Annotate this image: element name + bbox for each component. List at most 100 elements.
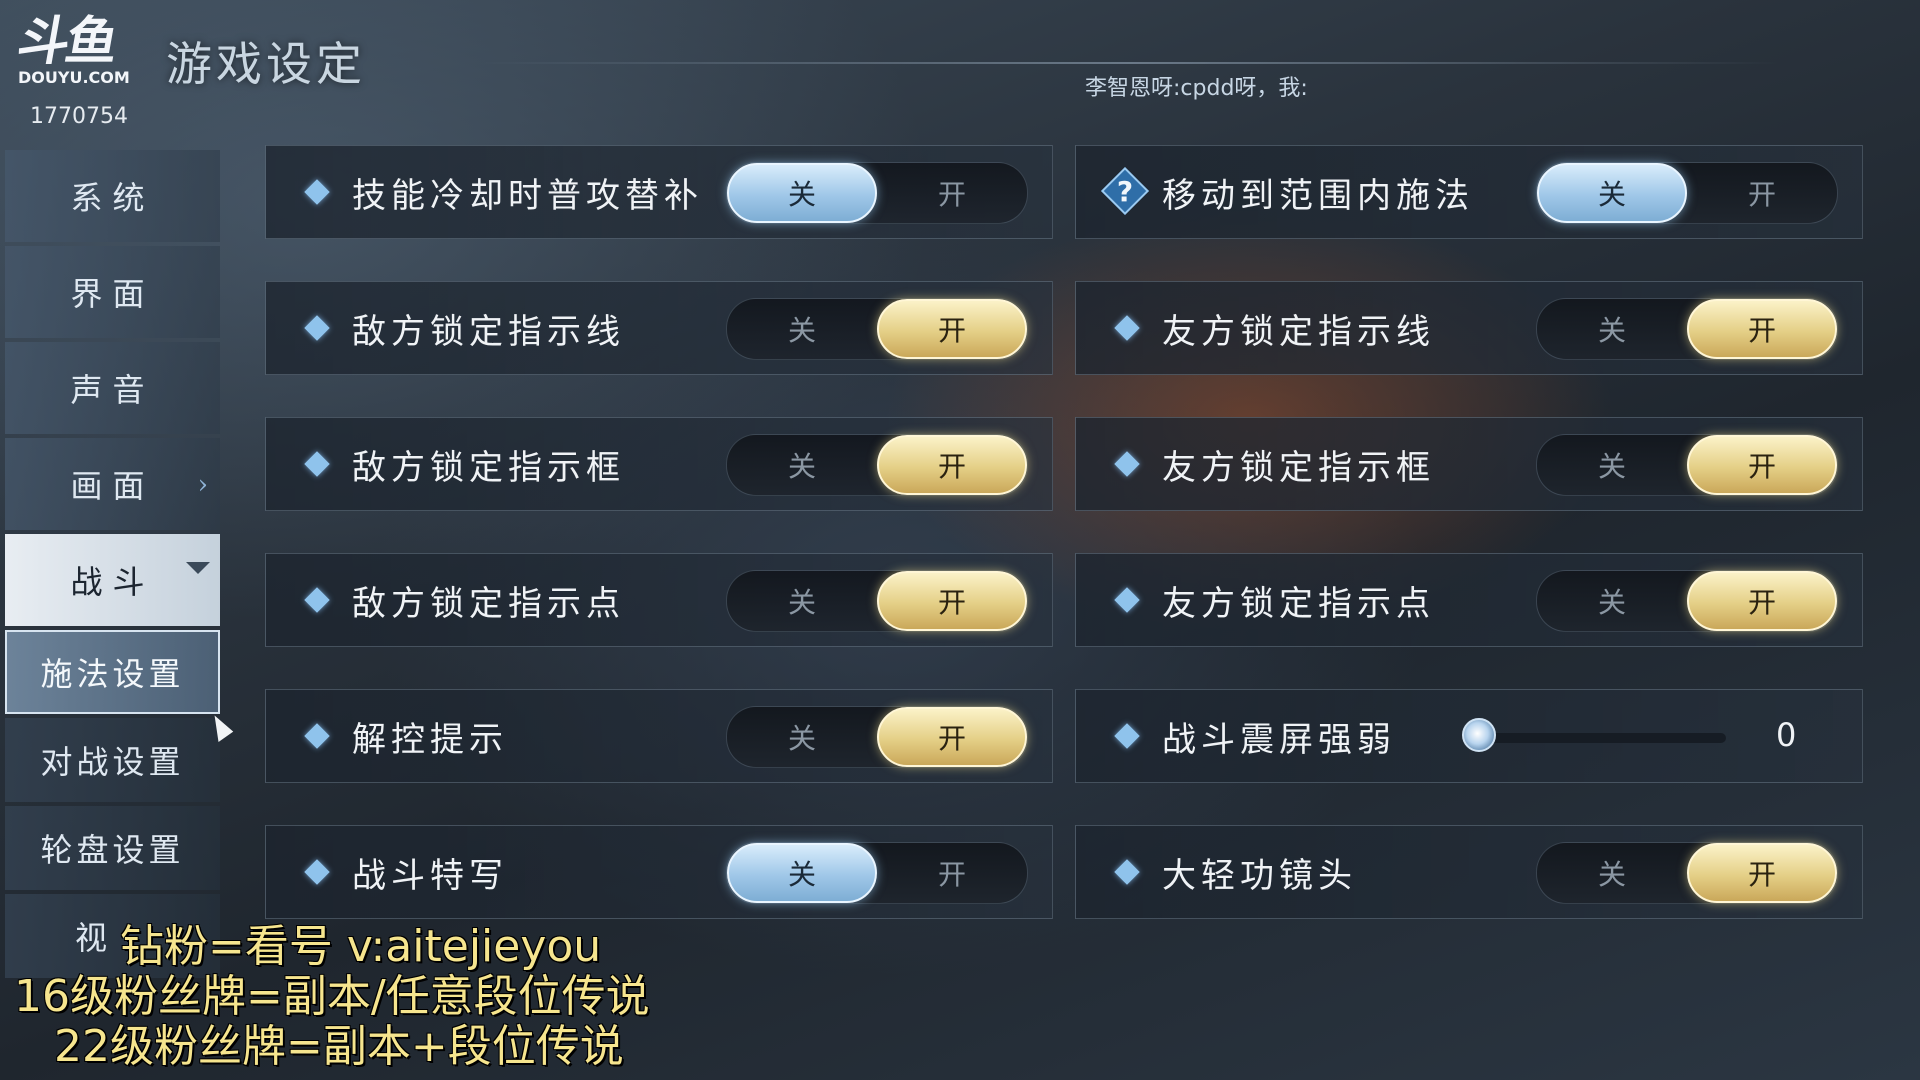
- toggle-on-option[interactable]: 开: [1687, 843, 1837, 903]
- setting-row: 友方锁定指示线 关 开: [1075, 281, 1863, 375]
- diamond-bullet-icon: [304, 179, 330, 205]
- sidebar-item-label: 画面: [70, 467, 155, 505]
- sidebar-item-interface[interactable]: 界面: [5, 246, 220, 338]
- diamond-bullet-icon: [304, 451, 330, 477]
- toggle-on-option[interactable]: 开: [877, 707, 1027, 767]
- diamond-bullet-icon: [304, 723, 330, 749]
- toggle-on-option[interactable]: 开: [1687, 571, 1837, 631]
- setting-label: 移动到范围内施法: [1162, 176, 1474, 216]
- sidebar-subitem-cast-settings[interactable]: 施法设置: [5, 630, 220, 714]
- setting-label: 敌方锁定指示点: [352, 584, 625, 624]
- on-off-toggle[interactable]: 关 开: [1536, 842, 1838, 904]
- toggle-on-option[interactable]: 开: [1687, 163, 1837, 223]
- setting-label: 友方锁定指示点: [1162, 584, 1435, 624]
- setting-label: 大轻功镜头: [1162, 856, 1357, 896]
- setting-row: 敌方锁定指示点 关 开: [265, 553, 1053, 647]
- sidebar-subitem-label: 轮盘设置: [40, 831, 185, 869]
- setting-label: 敌方锁定指示框: [352, 448, 625, 488]
- sidebar-subitem-pvp-settings[interactable]: 对战设置: [5, 718, 220, 802]
- sidebar-item-label: 战斗: [70, 563, 155, 601]
- setting-label: 战斗特写: [352, 856, 508, 896]
- diamond-bullet-icon: [304, 859, 330, 885]
- diamond-bullet-icon: [304, 315, 330, 341]
- toggle-off-option[interactable]: 关: [727, 435, 877, 495]
- chat-ticker: 李智恩呀:cpdd呀，我:: [1085, 76, 1308, 101]
- diamond-bullet-icon: [1114, 859, 1140, 885]
- setting-row: ? 移动到范围内施法 关 开: [1075, 145, 1863, 239]
- setting-label: 友方锁定指示框: [1162, 448, 1435, 488]
- toggle-on-option[interactable]: 开: [877, 435, 1027, 495]
- sidebar-item-label: 声音: [70, 371, 155, 409]
- sidebar-item-sound[interactable]: 声音: [5, 342, 220, 434]
- on-off-toggle[interactable]: 关 开: [726, 570, 1028, 632]
- setting-label: 战斗震屏强弱: [1162, 720, 1396, 760]
- toggle-off-option[interactable]: 关: [1537, 299, 1687, 359]
- toggle-on-option[interactable]: 开: [1687, 435, 1837, 495]
- toggle-off-option[interactable]: 关: [1537, 843, 1687, 903]
- toggle-on-option[interactable]: 开: [1687, 299, 1837, 359]
- setting-row: 解控提示 关 开: [265, 689, 1053, 783]
- toggle-off-option[interactable]: 关: [727, 163, 877, 223]
- setting-row: 战斗特写 关 开: [265, 825, 1053, 919]
- chevron-right-icon: ›: [197, 470, 208, 500]
- help-icon[interactable]: ?: [1104, 170, 1146, 212]
- setting-label: 敌方锁定指示线: [352, 312, 625, 352]
- sidebar-subitem-label: 施法设置: [40, 655, 185, 693]
- page-title: 游戏设定: [166, 37, 366, 91]
- setting-label: 友方锁定指示线: [1162, 312, 1435, 352]
- setting-row: 大轻功镜头 关 开: [1075, 825, 1863, 919]
- diamond-bullet-icon: [1114, 315, 1140, 341]
- chevron-down-icon: [186, 562, 210, 574]
- diamond-bullet-icon: [1114, 723, 1140, 749]
- sidebar-subitem-wheel-settings[interactable]: 轮盘设置: [5, 806, 220, 890]
- toggle-off-option[interactable]: 关: [1537, 435, 1687, 495]
- sidebar-subitem-label: 对战设置: [40, 743, 185, 781]
- sidebar: 系统 界面 声音 画面 › 战斗 施法设置 对战设置 轮盘设置 视: [5, 150, 220, 982]
- logo-mark: 斗鱼: [12, 12, 120, 72]
- setting-row: 敌方锁定指示线 关 开: [265, 281, 1053, 375]
- toggle-off-option[interactable]: 关: [727, 843, 877, 903]
- sidebar-subitem-label: 视: [75, 919, 112, 957]
- on-off-toggle[interactable]: 关 开: [1536, 298, 1838, 360]
- on-off-toggle[interactable]: 关 开: [726, 298, 1028, 360]
- on-off-toggle[interactable]: 关 开: [726, 842, 1028, 904]
- toggle-on-option[interactable]: 开: [877, 843, 1027, 903]
- slider-value: 0: [1776, 716, 1797, 754]
- douyu-logo: 斗鱼 DOUYU.COM: [13, 12, 138, 87]
- setting-row: 敌方锁定指示框 关 开: [265, 417, 1053, 511]
- shake-intensity-slider[interactable]: [1476, 733, 1726, 743]
- diamond-bullet-icon: [304, 587, 330, 613]
- stream-overlay-line-3: 22级粉丝牌=副本+段位传说: [54, 1021, 624, 1072]
- setting-row: 技能冷却时普攻替补 关 开: [265, 145, 1053, 239]
- toggle-off-option[interactable]: 关: [1537, 163, 1687, 223]
- toggle-off-option[interactable]: 关: [727, 707, 877, 767]
- diamond-bullet-icon: [1114, 451, 1140, 477]
- setting-row: 战斗震屏强弱 0: [1075, 689, 1863, 783]
- room-id: 1770754: [30, 104, 128, 129]
- toggle-on-option[interactable]: 开: [877, 571, 1027, 631]
- toggle-on-option[interactable]: 开: [877, 163, 1027, 223]
- toggle-off-option[interactable]: 关: [1537, 571, 1687, 631]
- on-off-toggle[interactable]: 关 开: [726, 162, 1028, 224]
- on-off-toggle[interactable]: 关 开: [1536, 570, 1838, 632]
- sidebar-item-label: 界面: [70, 275, 155, 313]
- sidebar-item-system[interactable]: 系统: [5, 150, 220, 242]
- sidebar-item-label: 系统: [70, 179, 155, 217]
- toggle-on-option[interactable]: 开: [877, 299, 1027, 359]
- ticker-divider: [480, 62, 1780, 64]
- setting-row: 友方锁定指示点 关 开: [1075, 553, 1863, 647]
- setting-label: 技能冷却时普攻替补: [352, 176, 703, 216]
- help-icon-glyph: ?: [1116, 174, 1134, 208]
- sidebar-item-combat[interactable]: 战斗: [5, 534, 220, 626]
- on-off-toggle[interactable]: 关 开: [726, 706, 1028, 768]
- toggle-off-option[interactable]: 关: [727, 571, 877, 631]
- toggle-off-option[interactable]: 关: [727, 299, 877, 359]
- sidebar-item-graphics[interactable]: 画面 ›: [5, 438, 220, 530]
- on-off-toggle[interactable]: 关 开: [1536, 434, 1838, 496]
- on-off-toggle[interactable]: 关 开: [1536, 162, 1838, 224]
- on-off-toggle[interactable]: 关 开: [726, 434, 1028, 496]
- setting-label: 解控提示: [352, 720, 508, 760]
- diamond-bullet-icon: [1114, 587, 1140, 613]
- slider-knob[interactable]: [1462, 718, 1496, 752]
- setting-row: 友方锁定指示框 关 开: [1075, 417, 1863, 511]
